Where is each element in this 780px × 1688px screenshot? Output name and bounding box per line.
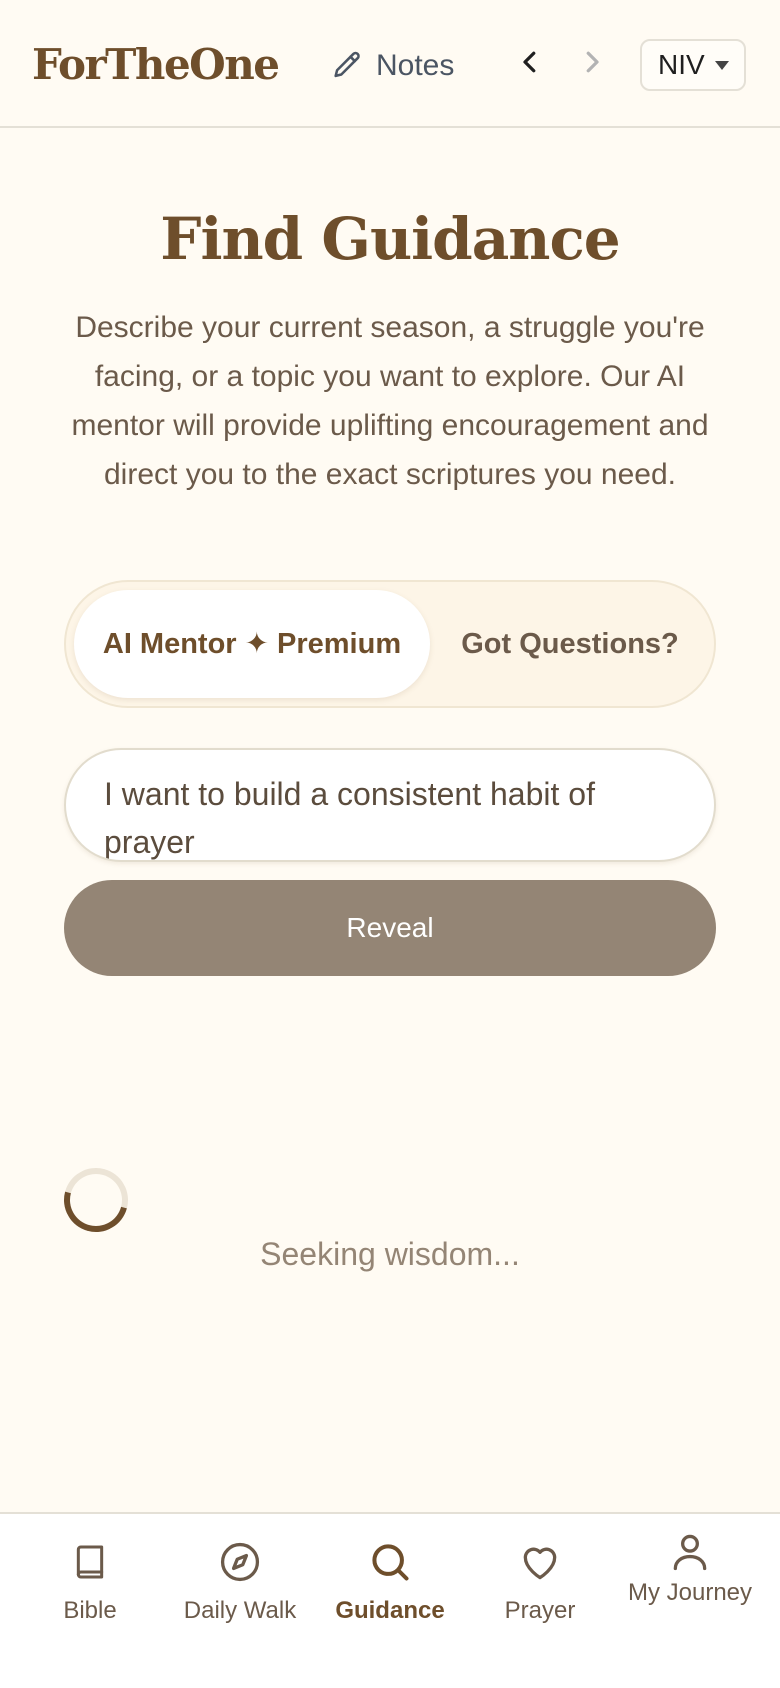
user-icon: [615, 1524, 765, 1574]
reveal-button[interactable]: Reveal: [64, 880, 716, 976]
loading-text: Seeking wisdom...: [260, 1236, 520, 1272]
next-chapter-button[interactable]: [574, 46, 610, 82]
nav-item-prayer[interactable]: Prayer: [465, 1534, 615, 1626]
loading-spinner: [52, 1156, 140, 1244]
compass-icon: [165, 1534, 315, 1584]
nav-label-daily-walk: Daily Walk: [183, 1597, 297, 1624]
nav-label-prayer: Prayer: [504, 1597, 576, 1624]
bottom-navigation: Bible Daily Walk Guidance Prayer My Jour…: [0, 1512, 780, 1688]
heart-icon: [465, 1534, 615, 1584]
chevron-left-icon: [515, 47, 545, 82]
caret-down-icon: [714, 60, 729, 70]
mode-toggle: AI Mentor ✦ Premium Got Questions?: [64, 580, 716, 708]
nav-label-guidance: Guidance: [335, 1597, 445, 1624]
nav-item-my-journey[interactable]: My Journey: [615, 1524, 765, 1608]
notes-button[interactable]: Notes: [330, 44, 454, 88]
bible-version-value: NIV: [658, 49, 705, 80]
notes-label: Notes: [376, 49, 455, 82]
nav-label-my-journey: My Journey: [627, 1579, 753, 1606]
nav-item-bible[interactable]: Bible: [15, 1534, 165, 1626]
nav-label-bible: Bible: [63, 1597, 117, 1624]
page-title: Find Guidance: [160, 205, 620, 273]
previous-chapter-button[interactable]: [512, 46, 548, 82]
pencil-icon: [330, 49, 364, 83]
nav-item-daily-walk[interactable]: Daily Walk: [165, 1534, 315, 1626]
search-icon: [315, 1534, 465, 1584]
chevron-right-icon: [577, 47, 607, 82]
ai-mentor-premium-option[interactable]: AI Mentor ✦ Premium: [74, 590, 430, 698]
got-questions-option[interactable]: Got Questions?: [438, 590, 702, 698]
app-header: ForTheOne Notes NIV: [0, 0, 780, 128]
app-logo[interactable]: ForTheOne: [32, 40, 280, 89]
guidance-prompt-input[interactable]: I want to build a consistent habit of pr…: [64, 748, 716, 862]
page-description: Describe your current season, a struggle…: [71, 311, 709, 491]
bible-version-select[interactable]: NIV: [640, 39, 746, 91]
book-icon: [15, 1534, 165, 1584]
nav-item-guidance[interactable]: Guidance: [315, 1534, 465, 1626]
